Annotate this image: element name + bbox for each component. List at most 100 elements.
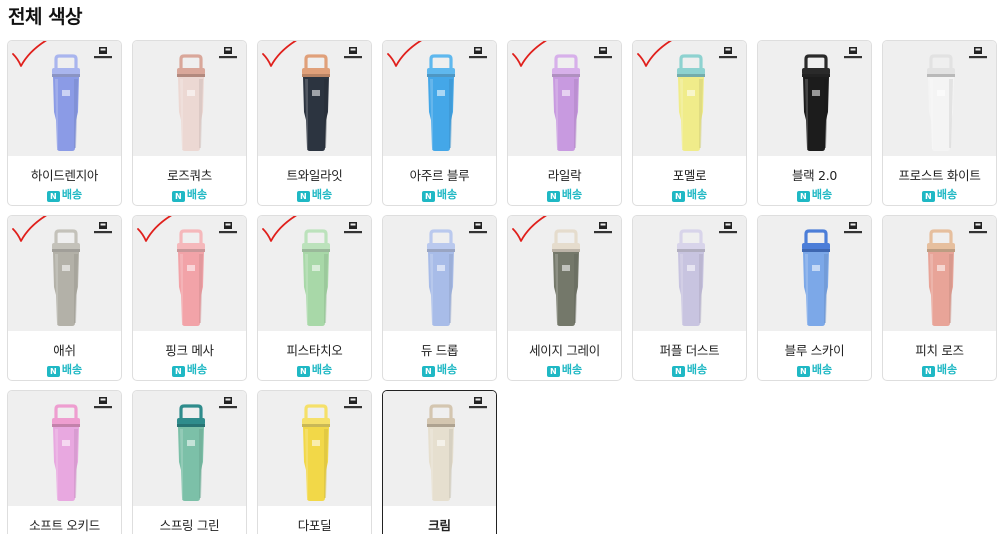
product-image <box>258 41 371 156</box>
product-image <box>383 41 496 156</box>
tumbler-image <box>802 54 830 151</box>
tumbler-image <box>927 54 955 151</box>
color-option-card[interactable]: 다포딜N배송 <box>257 390 372 534</box>
color-option-card[interactable]: 세이지 그레이 N 배송 <box>507 215 622 381</box>
color-option-card[interactable]: 블랙 2.0 N 배송 <box>757 40 872 206</box>
color-option-card[interactable]: 프로스트 화이트 N 배송 <box>882 40 997 206</box>
tumbler-image <box>52 229 80 326</box>
n-delivery-icon: N <box>546 191 560 202</box>
delivery-label: 배송 <box>686 363 708 376</box>
brand-logo-icon <box>94 397 112 409</box>
brand-logo-icon <box>469 397 487 409</box>
n-delivery-icon: N <box>421 366 435 377</box>
color-option-card[interactable]: 소프트 오키드N배송 <box>7 390 122 534</box>
color-option-card[interactable]: 아주르 블루 N 배송 <box>382 40 497 206</box>
color-option-card[interactable]: 애쉬 N 배송 <box>7 215 122 381</box>
delivery-badge: N 배송 <box>133 361 246 377</box>
color-name: 트와일라잇 <box>286 168 343 183</box>
product-image <box>8 41 121 156</box>
brand-logo-icon <box>219 47 237 59</box>
tumbler-image <box>427 404 455 501</box>
color-option-card[interactable]: 트와일라잇 N 배송 <box>257 40 372 206</box>
delivery-label: 배송 <box>936 363 958 376</box>
color-option-card[interactable]: 포멜로 N 배송 <box>632 40 747 206</box>
n-delivery-icon: N <box>296 191 310 202</box>
delivery-label: 배송 <box>311 363 333 376</box>
n-delivery-icon: N <box>671 191 685 202</box>
brand-logo-icon <box>969 222 987 234</box>
color-name: 핑크 메사 <box>165 343 214 358</box>
tumbler-image <box>302 54 330 151</box>
delivery-label: 배송 <box>436 188 458 201</box>
brand-logo-icon <box>469 47 487 59</box>
color-option-card[interactable]: 크림N배송 <box>382 390 497 534</box>
delivery-label: 배송 <box>186 363 208 376</box>
color-name: 아주르 블루 <box>409 168 470 183</box>
tumbler-image <box>552 229 580 326</box>
delivery-label: 배송 <box>186 188 208 201</box>
n-delivery-icon: N <box>796 191 810 202</box>
product-image <box>383 391 496 506</box>
color-option-card[interactable]: 핑크 메사 N 배송 <box>132 215 247 381</box>
delivery-badge: N 배송 <box>758 186 871 202</box>
product-image <box>883 41 996 156</box>
color-option-card[interactable]: 하이드렌지아 N 배송 <box>7 40 122 206</box>
color-name: 소프트 오키드 <box>29 518 100 533</box>
product-image <box>133 41 246 156</box>
product-image <box>758 41 871 156</box>
page-title: 전체 색상 <box>8 6 83 28</box>
product-image <box>133 391 246 506</box>
tumbler-image <box>177 404 205 501</box>
tumbler-image <box>177 229 205 326</box>
product-image <box>8 391 121 506</box>
tumbler-image <box>677 229 705 326</box>
product-image <box>258 216 371 331</box>
delivery-badge: N 배송 <box>383 361 496 377</box>
delivery-label: 배송 <box>61 188 83 201</box>
color-option-card[interactable]: 블루 스카이 N 배송 <box>757 215 872 381</box>
product-image <box>508 41 621 156</box>
brand-logo-icon <box>594 47 612 59</box>
delivery-label: 배송 <box>311 188 333 201</box>
color-name: 세이지 그레이 <box>529 343 600 358</box>
color-option-card[interactable]: 피스타치오 N 배송 <box>257 215 372 381</box>
tumbler-image <box>927 229 955 326</box>
brand-logo-icon <box>969 47 987 59</box>
brand-logo-icon <box>219 222 237 234</box>
color-option-card[interactable]: 스프링 그린N배송 <box>132 390 247 534</box>
product-image <box>633 216 746 331</box>
n-delivery-icon: N <box>921 191 935 202</box>
color-option-card[interactable]: 라일락 N 배송 <box>507 40 622 206</box>
color-name: 스프링 그린 <box>159 518 220 533</box>
brand-logo-icon <box>844 47 862 59</box>
color-option-grid: 하이드렌지아 N 배송 로즈쿼츠 N 배송 트와일라잇 N 배송 아주르 블루 N 배송 라일락 N 배송 포… <box>7 40 1008 534</box>
brand-logo-icon <box>344 397 362 409</box>
n-delivery-icon: N <box>171 366 185 377</box>
color-name: 피치 로즈 <box>915 343 964 358</box>
n-delivery-icon: N <box>296 366 310 377</box>
tumbler-image <box>177 54 205 151</box>
delivery-badge: N 배송 <box>633 186 746 202</box>
product-image <box>508 216 621 331</box>
n-delivery-icon: N <box>796 366 810 377</box>
n-delivery-icon: N <box>46 191 60 202</box>
delivery-badge: N 배송 <box>133 186 246 202</box>
delivery-badge: N 배송 <box>758 361 871 377</box>
n-delivery-icon: N <box>171 191 185 202</box>
brand-logo-icon <box>719 222 737 234</box>
color-name: 블루 스카이 <box>784 343 845 358</box>
color-option-card[interactable]: 퍼플 더스트 N 배송 <box>632 215 747 381</box>
delivery-badge: N 배송 <box>508 361 621 377</box>
color-option-card[interactable]: 듀 드롭 N 배송 <box>382 215 497 381</box>
delivery-badge: N 배송 <box>508 186 621 202</box>
tumbler-image <box>552 54 580 151</box>
color-name: 듀 드롭 <box>420 343 459 358</box>
product-image <box>633 41 746 156</box>
delivery-label: 배송 <box>436 363 458 376</box>
color-option-card[interactable]: 로즈쿼츠 N 배송 <box>132 40 247 206</box>
delivery-label: 배송 <box>561 363 583 376</box>
product-image <box>8 216 121 331</box>
product-image <box>383 216 496 331</box>
color-option-card[interactable]: 피치 로즈 N 배송 <box>882 215 997 381</box>
brand-logo-icon <box>344 47 362 59</box>
